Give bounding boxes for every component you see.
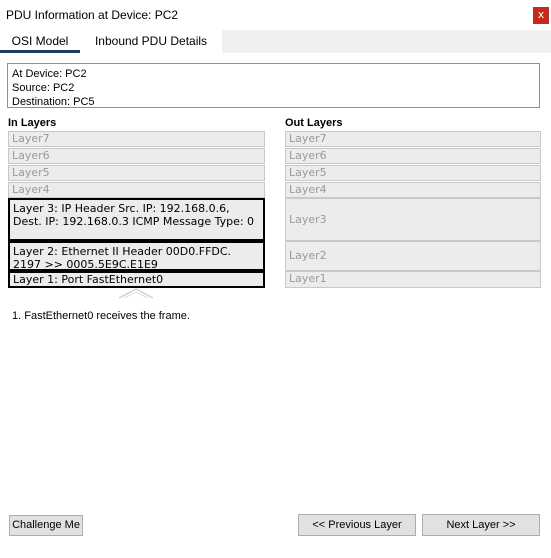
out-layers-heading: Out Layers <box>285 117 343 129</box>
in-layer-2-label: Layer 2: Ethernet II Header 00D0.FFDC. 2… <box>13 245 232 271</box>
close-button[interactable]: x <box>533 7 549 24</box>
in-layer-2[interactable]: Layer 2: Ethernet II Header 00D0.FFDC. 2… <box>8 241 265 271</box>
source-text: Source: PC2 <box>12 82 75 94</box>
out-layer-1-label: Layer1 <box>289 272 327 285</box>
window-title: PDU Information at Device: PC2 <box>6 8 179 22</box>
in-layer-6-label: Layer6 <box>12 149 50 162</box>
in-layer-1[interactable]: Layer 1: Port FastEthernet0 <box>8 271 265 288</box>
layer-direction-arrow-icon <box>118 288 154 299</box>
in-layer-3[interactable]: Layer 3: IP Header Src. IP: 192.168.0.6,… <box>8 198 265 241</box>
in-layer-6[interactable]: Layer6 <box>8 148 265 164</box>
out-layer-2[interactable]: Layer2 <box>285 241 541 271</box>
in-layer-7[interactable]: Layer7 <box>8 131 265 147</box>
out-layer-6[interactable]: Layer6 <box>285 148 541 164</box>
in-layers-heading: In Layers <box>8 117 57 129</box>
challenge-me-button[interactable]: Challenge Me <box>9 515 83 536</box>
out-layer-7-label: Layer7 <box>289 132 327 145</box>
in-layer-1-label: Layer 1: Port FastEthernet0 <box>13 273 164 286</box>
step-description: 1. FastEthernet0 receives the frame. <box>12 310 190 322</box>
tab-osi-model[interactable]: OSI Model <box>0 30 80 53</box>
out-layer-4[interactable]: Layer4 <box>285 182 541 198</box>
in-layer-5[interactable]: Layer5 <box>8 165 265 181</box>
device-info-box: At Device: PC2 Source: PC2 Destination: … <box>7 63 540 108</box>
out-layer-5[interactable]: Layer5 <box>285 165 541 181</box>
out-layer-6-label: Layer6 <box>289 149 327 162</box>
out-layer-5-label: Layer5 <box>289 166 327 179</box>
previous-layer-button[interactable]: << Previous Layer <box>298 514 416 536</box>
tab-inbound-pdu-details[interactable]: Inbound PDU Details <box>80 30 222 53</box>
out-layer-3[interactable]: Layer3 <box>285 198 541 241</box>
out-layer-2-label: Layer2 <box>289 249 327 262</box>
next-layer-button[interactable]: Next Layer >> <box>422 514 540 536</box>
out-layer-1[interactable]: Layer1 <box>285 271 541 288</box>
in-layer-4-label: Layer4 <box>12 183 50 196</box>
in-layer-7-label: Layer7 <box>12 132 50 145</box>
out-layer-7[interactable]: Layer7 <box>285 131 541 147</box>
destination-text: Destination: PC5 <box>12 96 95 108</box>
in-layer-5-label: Layer5 <box>12 166 50 179</box>
out-layer-3-label: Layer3 <box>289 212 327 226</box>
in-layer-4[interactable]: Layer4 <box>8 182 265 198</box>
title-bar: PDU Information at Device: PC2 x <box>0 0 551 30</box>
in-layer-3-label: Layer 3: IP Header Src. IP: 192.168.0.6,… <box>13 202 255 228</box>
out-layer-4-label: Layer4 <box>289 183 327 196</box>
at-device-text: At Device: PC2 <box>12 68 87 80</box>
tab-bar: OSI Model Inbound PDU Details <box>0 30 551 53</box>
